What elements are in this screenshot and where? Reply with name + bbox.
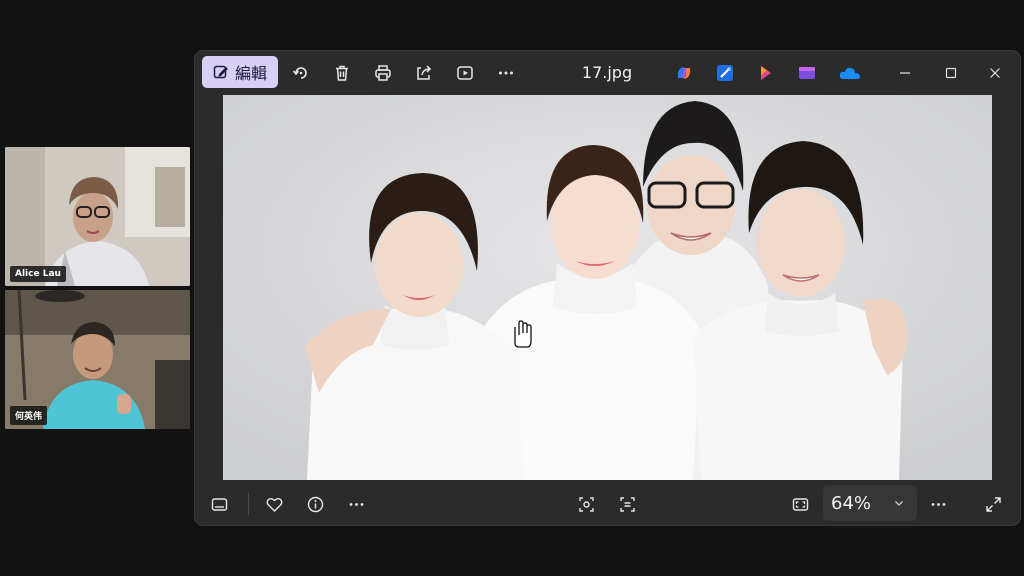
copilot-icon[interactable] [675,64,693,82]
bottom-toolbar: 64% [195,483,1020,525]
chevron-down-icon [895,501,903,506]
maximize-button[interactable] [939,61,963,85]
participant-name: Alice Lau [10,266,66,282]
edit-label: 編輯 [234,64,267,83]
share-icon[interactable] [413,62,435,84]
minimize-button[interactable] [893,61,917,85]
rotate-icon[interactable] [290,62,312,84]
more-icon[interactable] [927,493,949,515]
photo-canvas[interactable] [223,95,992,480]
visual-search-icon[interactable] [575,493,597,515]
delete-icon[interactable] [331,62,353,84]
clip-icon[interactable] [798,64,816,82]
participant-tile-alice[interactable]: Alice Lau [5,147,190,286]
photo-viewer-window: 編輯 17.jpg 64% [195,51,1020,525]
clipchamp-icon[interactable] [757,64,775,82]
zoom-selector[interactable]: 64% [823,485,917,521]
fit-to-window-icon[interactable] [789,493,811,515]
title-bar: 編輯 17.jpg [195,51,1020,95]
edit-button[interactable]: 編輯 [202,56,278,88]
edit-icon [213,65,228,79]
file-name: 17.jpg [581,63,633,82]
participant-tile-he[interactable]: 何英伟 [5,290,190,429]
more-icon[interactable] [345,493,367,515]
more-icon[interactable] [495,62,517,84]
text-scan-icon[interactable] [616,493,638,515]
onedrive-icon[interactable] [839,64,861,82]
toolbar-divider [248,493,249,515]
close-button[interactable] [983,61,1007,85]
filmstrip-icon[interactable] [208,493,230,515]
favorite-icon[interactable] [263,493,285,515]
family-photo [223,95,992,480]
zoom-level: 64% [831,493,872,514]
participant-name: 何英伟 [10,406,48,425]
full-screen-icon[interactable] [982,493,1004,515]
designer-icon[interactable] [716,64,734,82]
info-icon[interactable] [304,493,326,515]
slideshow-icon[interactable] [454,62,476,84]
print-icon[interactable] [372,62,394,84]
